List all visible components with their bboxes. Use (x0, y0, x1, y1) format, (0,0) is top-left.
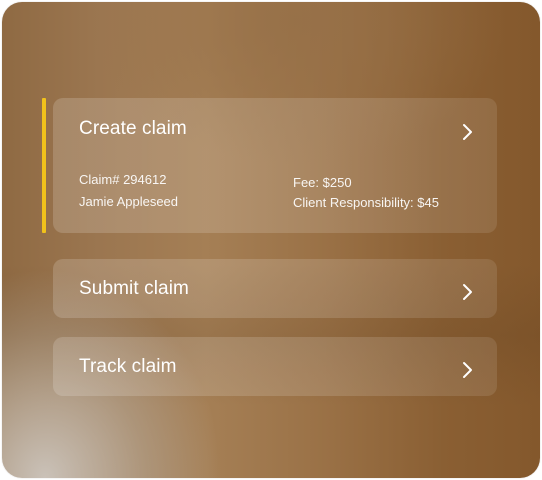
track-claim-card[interactable]: Track claim (53, 337, 497, 396)
chevron-right-icon (459, 283, 475, 301)
chevron-right-icon (459, 361, 475, 379)
client-responsibility: Client Responsibility: $45 (293, 195, 439, 210)
chevron-right-icon (459, 123, 475, 141)
submit-claim-card[interactable]: Submit claim (53, 259, 497, 318)
submit-claim-title: Submit claim (79, 278, 189, 299)
create-claim-card[interactable]: Create claim Claim# 294612 Jamie Applese… (53, 98, 497, 233)
claims-panel: Create claim Claim# 294612 Jamie Applese… (2, 2, 540, 478)
claim-number: Claim# 294612 (79, 172, 167, 187)
create-claim-title: Create claim (79, 118, 187, 139)
track-claim-title: Track claim (79, 356, 177, 377)
active-item-indicator (42, 98, 46, 233)
claim-fee: Fee: $250 (293, 175, 352, 190)
client-name: Jamie Appleseed (79, 194, 179, 209)
